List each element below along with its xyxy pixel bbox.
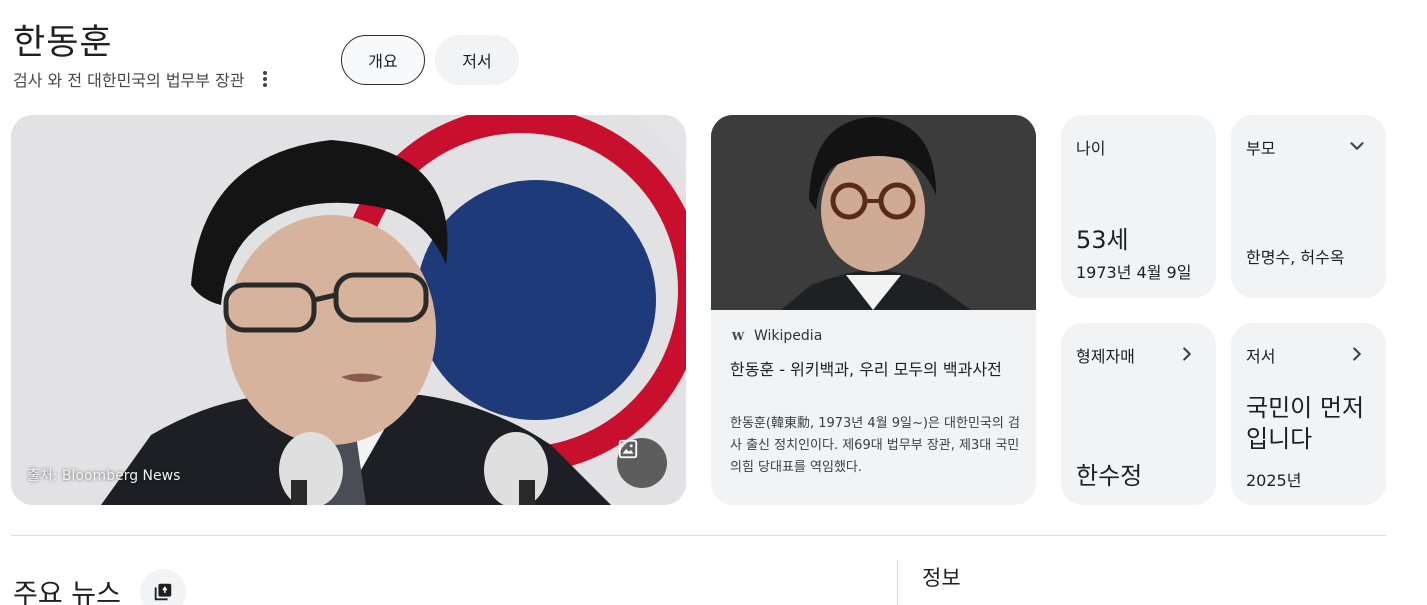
fact-label: 부모 xyxy=(1246,139,1276,158)
siblings-value: 한수정 xyxy=(1076,462,1143,490)
more-options-icon[interactable] xyxy=(259,69,271,89)
hero-photo-illustration xyxy=(11,115,686,505)
tab-books[interactable]: 저서 xyxy=(435,35,519,85)
parents-value: 한명수, 허수옥 xyxy=(1246,248,1345,267)
column-divider xyxy=(897,560,898,605)
image-icon[interactable] xyxy=(617,438,667,488)
chevron-right-icon[interactable] xyxy=(1346,343,1368,365)
photo-credit: 출처: Bloomberg News xyxy=(27,468,181,484)
fact-label: 형제자매 xyxy=(1076,347,1135,366)
chevron-right-icon[interactable] xyxy=(1176,343,1198,365)
hero-photo[interactable]: 출처: Bloomberg News xyxy=(11,115,686,505)
image-icon-glyph xyxy=(618,439,638,459)
news-stack-icon[interactable] xyxy=(140,569,186,605)
fact-card-siblings[interactable]: 형제자매 한수정 xyxy=(1061,323,1216,505)
birth-date: 1973년 4월 9일 xyxy=(1076,263,1192,282)
fact-card-parents[interactable]: 부모 한명수, 허수옥 xyxy=(1231,115,1386,298)
fact-card-age: 나이 53세 1973년 4월 9일 xyxy=(1061,115,1216,298)
section-divider xyxy=(11,535,1386,536)
wiki-title-link[interactable]: 한동훈 - 위키백과, 우리 모두의 백과사전 xyxy=(730,358,1020,382)
fact-label: 나이 xyxy=(1076,139,1106,158)
news-stack-icon-glyph xyxy=(154,583,172,601)
tab-overview[interactable]: 개요 xyxy=(341,35,425,85)
info-heading: 정보 xyxy=(922,566,961,590)
wikipedia-logo-icon: W xyxy=(731,329,745,343)
book-title: 국민이 먼저입니다 xyxy=(1246,394,1365,453)
fact-card-books[interactable]: 저서 국민이 먼저입니다 2025년 xyxy=(1231,323,1386,505)
page-title: 한동훈 xyxy=(13,23,113,63)
subtitle-text: 검사 와 전 대한민국의 법무부 장관 xyxy=(13,71,245,90)
wiki-description: 한동훈(韓東勳, 1973년 4월 9일~)은 대한민국의 검사 출신 정치인이… xyxy=(730,416,1020,475)
page-subtitle: 검사 와 전 대한민국의 법무부 장관 xyxy=(13,67,271,91)
top-news-heading: 주요 뉴스 xyxy=(13,579,121,605)
wiki-photo xyxy=(711,115,1036,310)
wiki-source: W Wikipedia xyxy=(730,328,822,344)
fact-label: 저서 xyxy=(1246,347,1276,366)
chevron-down-icon[interactable] xyxy=(1346,135,1368,157)
age-value: 53세 xyxy=(1076,226,1129,254)
wiki-source-name: Wikipedia xyxy=(754,328,823,344)
book-year: 2025년 xyxy=(1246,471,1302,490)
wiki-photo-illustration xyxy=(711,115,1036,310)
wikipedia-card[interactable]: W Wikipedia 한동훈 - 위키백과, 우리 모두의 백과사전 한동훈(… xyxy=(711,115,1036,505)
